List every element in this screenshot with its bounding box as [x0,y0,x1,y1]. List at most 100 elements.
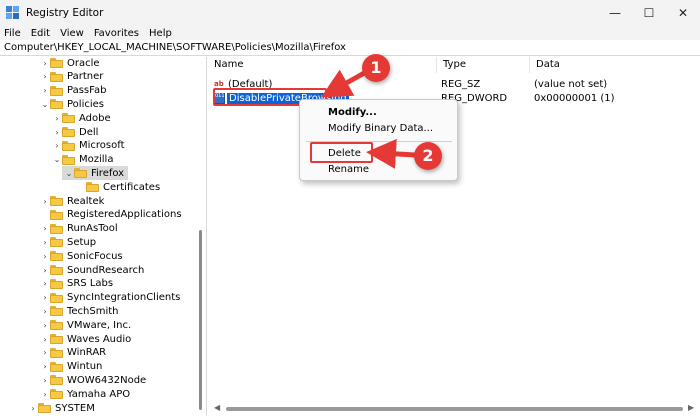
chevron-right-icon[interactable]: › [40,291,50,305]
column-header-name[interactable]: Name [208,57,437,73]
tree-item[interactable]: ⌄ Firefox [62,166,129,181]
tree-item[interactable]: › SYSTEM [28,401,94,415]
window-title: Registry Editor [26,7,104,19]
chevron-right-icon[interactable]: › [40,84,50,98]
folder-icon [74,168,87,179]
tree-item[interactable]: › Waves Audio [40,332,131,346]
tree-item-label: Certificates [103,181,161,193]
chevron-right-icon[interactable]: › [52,139,62,153]
tree-item[interactable]: › Setup [40,235,96,249]
menu-view[interactable]: View [60,28,84,39]
tree-item[interactable]: › Realtek [40,194,104,208]
close-button[interactable]: ✕ [666,0,700,26]
tree-item[interactable]: › SonicFocus [40,249,122,263]
tree-item[interactable]: › WinRAR [40,346,106,360]
chevron-right-icon[interactable]: › [40,235,50,249]
tree-item[interactable]: › Yamaha APO [40,387,130,401]
tree-item[interactable]: › Wintun [40,360,102,374]
scroll-right-icon[interactable]: ▶ [688,403,694,412]
chevron-right-icon[interactable]: › [40,263,50,277]
title-bar: Registry Editor — ☐ ✕ [0,0,700,26]
tree-item-label: Realtek [67,195,105,207]
tree-item[interactable]: › WOW6432Node [40,373,146,387]
tree-item-label: Oracle [67,57,100,69]
tree-item[interactable]: › SRS Labs [40,277,113,291]
tree-item[interactable]: › TechSmith [40,304,119,318]
chevron-right-icon[interactable]: › [40,318,50,332]
folder-icon [50,223,63,234]
maximize-button[interactable]: ☐ [632,0,666,26]
tree-item[interactable]: › Oracle [40,57,100,70]
key-tree[interactable]: › Oracle › Partner › PassFab ⌄ Policies › Adobe › D… [0,57,207,416]
chevron-right-icon[interactable]: › [40,373,50,387]
no-expander [40,208,50,222]
menu-help[interactable]: Help [149,28,172,39]
horizontal-scrollbar[interactable] [226,407,683,411]
tree-item[interactable]: Certificates [76,180,160,194]
chevron-right-icon[interactable]: › [40,360,50,374]
chevron-right-icon[interactable]: › [40,222,50,236]
tree-item[interactable]: › RunAsTool [40,222,118,236]
chevron-down-icon[interactable]: ⌄ [52,153,62,167]
folder-icon [50,209,63,220]
menu-file[interactable]: File [4,28,21,39]
folder-icon [50,334,63,344]
chevron-down-icon[interactable]: ⌄ [40,97,50,111]
chevron-right-icon[interactable]: › [52,125,62,139]
tree-item[interactable]: › Adobe [52,111,111,125]
chevron-right-icon[interactable]: › [52,111,62,125]
chevron-right-icon[interactable]: › [40,57,50,70]
value-type: REG_SZ [441,79,481,90]
tree-item-label: RunAsTool [67,223,118,235]
chevron-right-icon[interactable]: › [40,346,50,360]
chevron-right-icon[interactable]: › [40,277,50,291]
folder-icon [50,375,63,386]
tree-item[interactable]: › Dell [52,125,98,139]
menu-item-modify[interactable]: Modify... [328,106,377,120]
scroll-left-icon[interactable]: ◀ [214,403,220,412]
chevron-right-icon[interactable]: › [28,401,38,415]
tree-item-label: PassFab [67,85,107,97]
folder-icon [62,113,75,124]
tree-item-label: Policies [67,98,104,110]
column-header-data[interactable]: Data [530,57,700,73]
address-bar[interactable]: Computer\HKEY_LOCAL_MACHINE\SOFTWARE\Pol… [0,41,700,56]
chevron-right-icon[interactable]: › [40,70,50,84]
tree-item-label: Wintun [67,361,103,373]
tree-item[interactable]: › VMware, Inc. [40,318,131,332]
tree-item[interactable]: › PassFab [40,84,106,98]
menu-favorites[interactable]: Favorites [94,28,139,39]
tree-item[interactable]: ⌄ Mozilla [52,153,114,167]
menu-bar: File Edit View Favorites Help [0,26,700,40]
chevron-right-icon[interactable]: › [40,332,50,346]
tree-item-label: Waves Audio [67,333,132,345]
tree-item-label: Firefox [91,167,125,179]
folder-icon [50,265,63,275]
menu-item-rename[interactable]: Rename [328,163,369,177]
chevron-right-icon[interactable]: › [40,304,50,318]
folder-icon [50,347,63,358]
tree-item-label: Partner [67,71,104,83]
tree-item[interactable]: RegisteredApplications [40,208,182,222]
value-data: 0x00000001 (1) [534,93,615,104]
callout-step-1: 1 [362,54,390,82]
tree-item-label: TechSmith [67,305,119,317]
tree-item-label: Adobe [79,112,111,124]
tree-item[interactable]: › Partner [40,70,103,84]
chevron-down-icon[interactable]: ⌄ [64,166,74,180]
tree-item[interactable]: › Microsoft [52,139,125,153]
menu-item-modify-binary[interactable]: Modify Binary Data... [328,122,433,136]
chevron-right-icon[interactable]: › [40,387,50,401]
minimize-button[interactable]: — [598,0,632,26]
tree-item[interactable]: › SyncIntegrationClients [40,291,180,305]
tree-item[interactable]: ⌄ Policies [40,97,104,111]
chevron-right-icon[interactable]: › [40,194,50,208]
tree-scrollbar[interactable] [199,230,202,410]
tree-item-label: Mozilla [79,154,114,166]
folder-icon [86,182,99,193]
menu-edit[interactable]: Edit [31,28,50,39]
chevron-right-icon[interactable]: › [40,249,50,263]
column-header-type[interactable]: Type [437,57,530,73]
tree-item-label: Microsoft [79,140,125,152]
tree-item[interactable]: › SoundResearch [40,263,144,277]
